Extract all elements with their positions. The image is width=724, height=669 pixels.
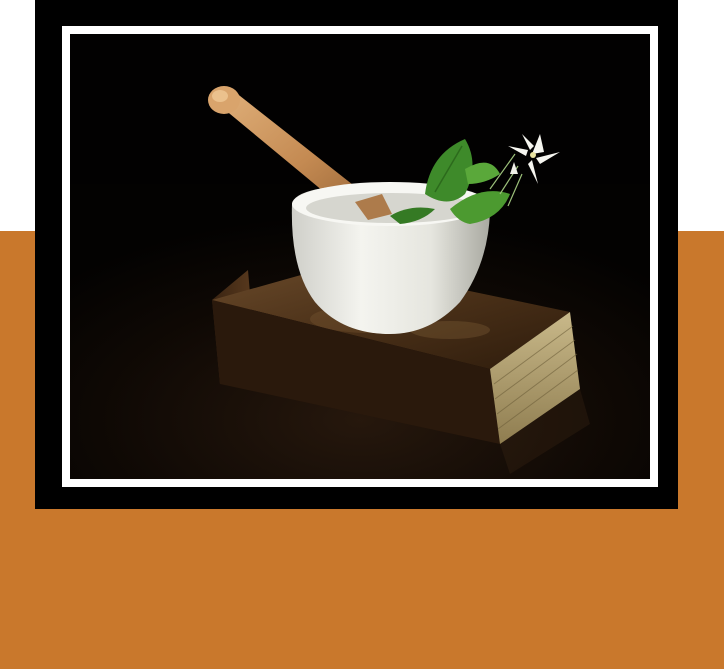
photo-border <box>62 26 658 487</box>
photo-frame <box>35 0 678 509</box>
still-life-photo <box>70 34 650 479</box>
